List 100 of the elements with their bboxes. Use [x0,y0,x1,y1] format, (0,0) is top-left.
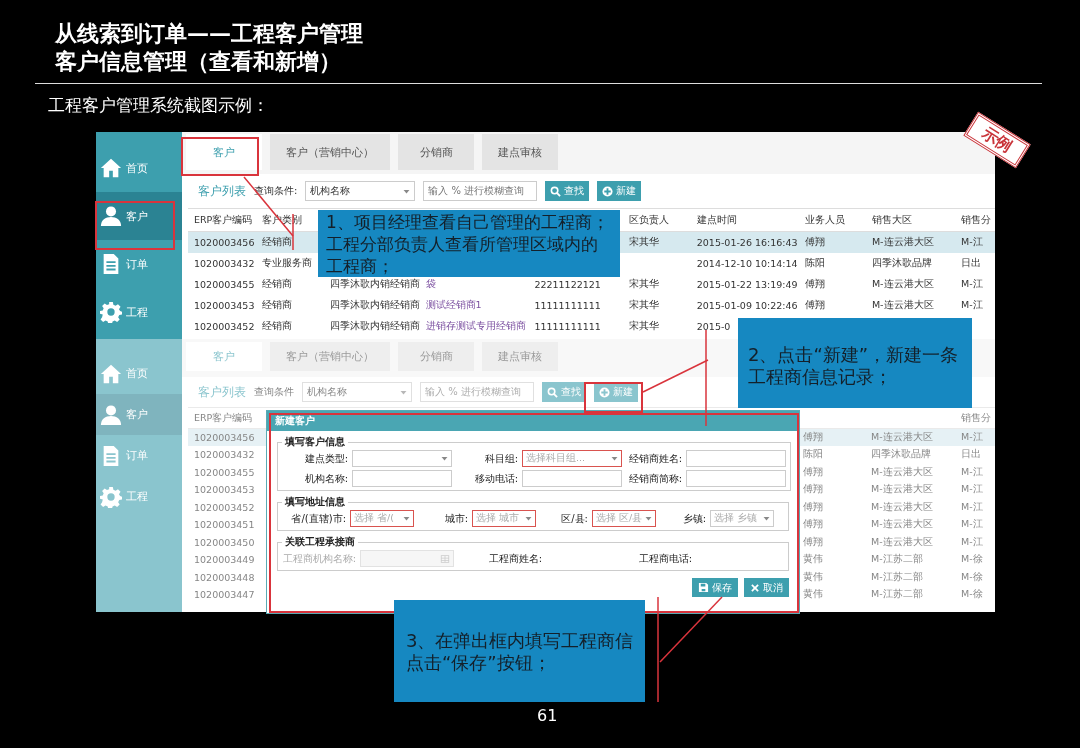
sidebar-item[interactable]: 客户 [96,394,182,435]
new-button[interactable]: 新建 [597,181,642,201]
field-label: 移动电话: [473,471,519,486]
table-cell-text: 1020003453 [193,298,256,313]
filter-dropdown[interactable]: 机构名称 [302,382,412,402]
table-cell: M-江 [954,428,995,446]
new-button[interactable]: 新建 [594,382,638,402]
table-cell: 1020003432 [188,446,256,464]
dropdown-field[interactable]: 选择 城市 [472,510,536,527]
table-cell-text: M-连云港大区 [870,517,934,532]
person-icon [100,205,122,227]
sidebar-item[interactable]: 订单 [96,240,182,288]
sidebar-item[interactable]: 工程 [96,476,182,517]
table-cell-text: 傅翔 [802,534,825,549]
slide-title: 从线索到订单——工程客户管理 [55,20,364,48]
grid-icon [440,553,450,564]
dropdown-field[interactable]: 选择 省/( [350,510,414,527]
column-header: ERP客户编码 [188,407,256,429]
table-cell-text: 黄伟 [802,569,825,584]
table-cell: M-江 [955,231,995,253]
table-cell: 专业服务商 [255,252,324,274]
caret-icon [645,515,652,522]
field-label: 省/(直辖)市: [290,511,347,526]
table-cell-text: M-连云港大区 [870,482,934,497]
field-label: 乡镇: [681,511,707,526]
table-cell-text: 傅翔 [802,482,825,497]
sidebar-label: 订单 [126,448,148,463]
sidebar-label: 首页 [126,160,148,176]
search-field[interactable]: 输入 % 进行模糊查询 [420,382,534,402]
table-cell-text: M-江 [959,499,984,514]
caret-icon [403,187,411,195]
table-cell-text: 经销商 [260,297,293,312]
search-button[interactable]: 查找 [545,181,590,201]
table-cell-text: 经销商 [260,276,293,291]
plus-circle-icon [602,185,614,197]
table-cell-text: M-连云港大区 [870,464,934,479]
table-cell: 傅翔 [797,428,866,446]
caret-icon [400,388,407,396]
save-button[interactable]: 保存 [692,578,738,597]
dropdown-field[interactable]: 选择科目组... [522,450,622,467]
table-cell-text: M-江 [959,517,984,532]
sidebar-item[interactable]: 订单 [96,435,182,476]
search-field[interactable]: 输入 % 进行模糊查询 [423,181,538,201]
home-icon [100,157,122,179]
tab[interactable]: 客户（营销中心） [270,342,390,371]
sidebar-item[interactable]: 首页 [96,144,182,192]
dialog-title: 新建客户 [274,414,315,428]
sidebar-item[interactable]: 首页 [96,353,182,394]
table-cell-text: 11111111111 [533,319,602,334]
input-field[interactable] [352,470,452,487]
table-cell: 1020003456 [188,428,256,446]
tab[interactable]: 客户 [186,134,262,170]
filter-dropdown[interactable]: 机构名称 [305,181,416,201]
table-cell-text: 宋其华 [627,276,660,291]
field-label: 工程商姓名: [487,551,543,566]
dropdown-field[interactable]: 选择 区/县 [592,510,656,527]
input-field[interactable] [686,450,786,467]
list-title: 客户列表 [198,383,246,401]
field-label: 建点类型: [303,451,349,466]
sidebar-label: 订单 [126,256,148,272]
table-cell: 四季沐歌品牌 [865,252,956,274]
table-cell-text: 黄伟 [802,552,825,567]
column-header: 销售大区 [865,208,956,232]
tab[interactable]: 分销商 [398,342,474,371]
tab[interactable]: 客户 [186,342,262,371]
sidebar-label: 工程 [126,489,148,504]
table-cell-text: M-连云港大区 [870,276,935,291]
slide-title: 客户信息管理（查看和新增） [55,48,342,76]
table-cell-text: M-江 [959,482,984,497]
field-label: 城市: [443,511,469,526]
tab[interactable]: 客户（营销中心） [270,134,390,170]
caret-icon [525,515,532,522]
table-cell: 日出 [954,446,995,464]
table-cell-text: M-江 [960,297,984,312]
section-legend: 填写地址信息 [282,495,348,509]
table-cell-text: 经销商 [260,318,293,333]
table-cell-text: 1020003452 [193,500,256,515]
tab[interactable]: 建点审核 [482,134,558,170]
sidebar-item[interactable]: 客户 [96,192,182,240]
field-label: 区/县: [560,511,589,526]
dropdown-field[interactable]: 选择 乡镇 [710,510,774,527]
table-cell-text: 1020003448 [193,570,256,585]
sidebar-label: 工程 [126,304,148,320]
table-cell-text: M-连云港大区 [870,297,935,312]
tab[interactable]: 分销商 [398,134,474,170]
dropdown-field[interactable] [352,450,452,467]
input-field[interactable] [522,470,622,487]
search-button[interactable]: 查找 [542,382,586,402]
slide-subtitle: 工程客户管理系统截图示例： [48,94,270,116]
section-legend: 关联工程承接商 [282,535,358,549]
cancel-button[interactable]: 取消 [744,578,789,597]
table-link[interactable]: 测试经销商1 [419,294,529,316]
table-cell-text: 2015-0 [695,319,732,334]
table-cell-text: 傅翔 [802,517,825,532]
table-cell-text: 1020003455 [193,277,256,292]
table-link[interactable]: 进销存测试专用经销商 [419,315,529,337]
caret-icon [611,455,618,462]
input-field[interactable] [686,470,786,487]
tab[interactable]: 建点审核 [482,342,558,371]
sidebar-item[interactable]: 工程 [96,288,182,336]
